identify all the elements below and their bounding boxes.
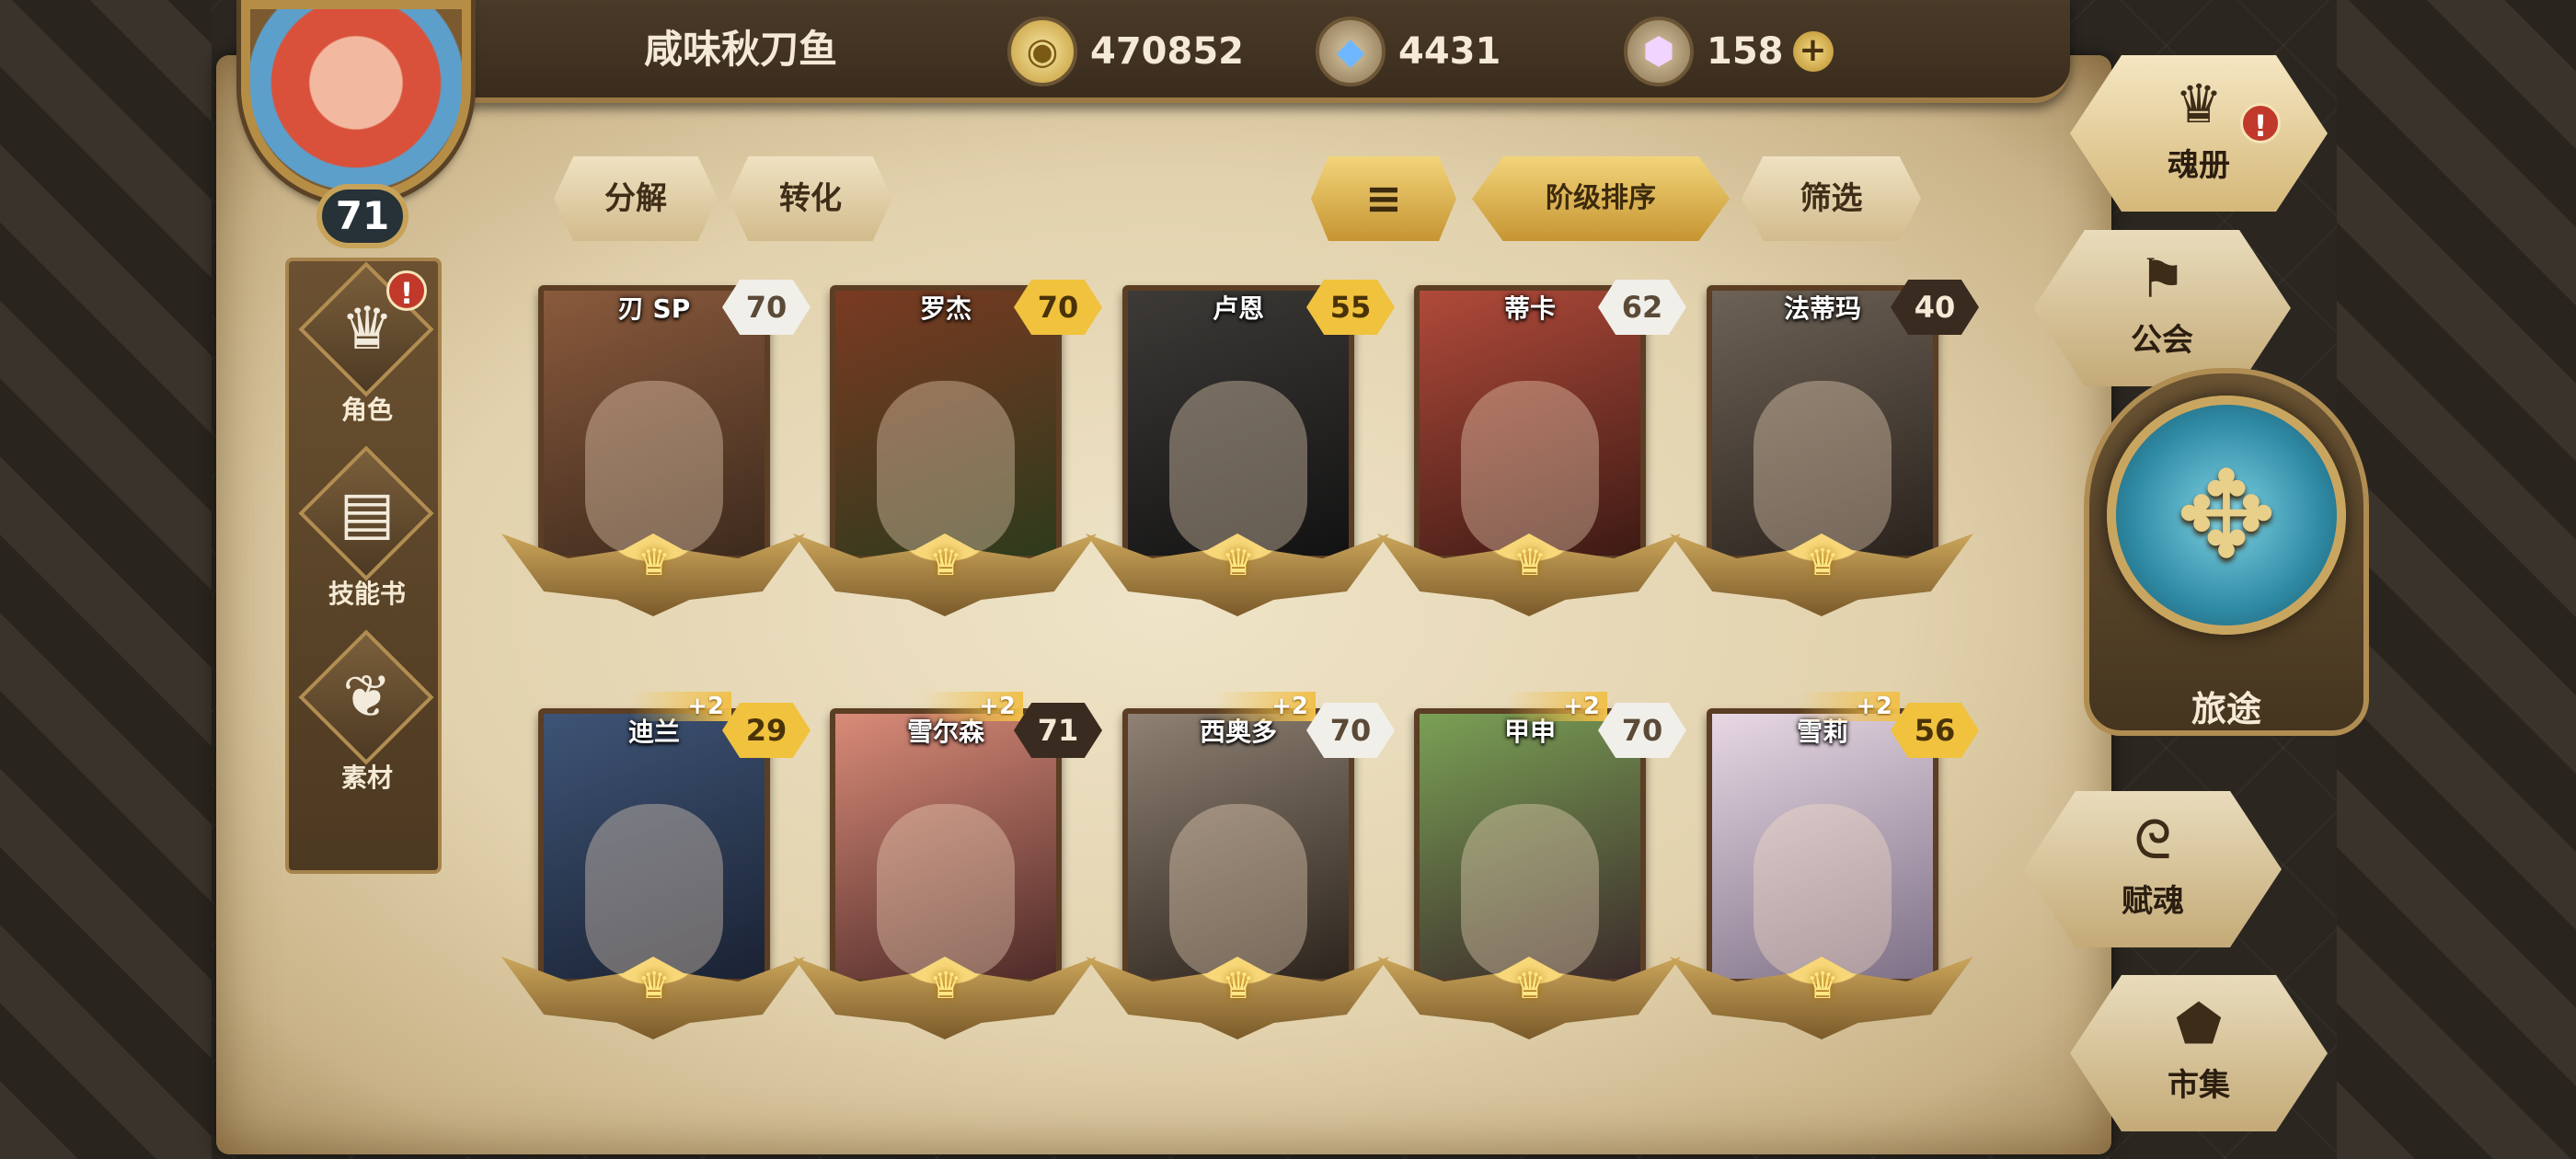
convert-button[interactable]: 转化 (729, 156, 892, 241)
crystal-resource: ◆ 4431 (1316, 17, 1501, 86)
nav-soulbook-label: 魂册 (2168, 147, 2230, 184)
left-backdrop (0, 0, 212, 1159)
dismantle-button[interactable]: 分解 (554, 156, 718, 241)
journey-button[interactable]: ✥ 旅途 (2075, 368, 2378, 763)
nav-market[interactable]: ⬟ 市集 (2070, 975, 2328, 1131)
journey-emblem-icon: ✥ (2176, 445, 2277, 585)
nav-guild[interactable]: ⚑ 公会 (2033, 230, 2291, 386)
nav-skill-book-label: 技能书 (328, 579, 406, 609)
gold-amount: 470852 (1090, 30, 1244, 73)
hero-card[interactable]: 雪尔森 +2 71 ♛ (793, 671, 1102, 1067)
hero-level-badge: 40 (1891, 280, 1979, 335)
left-nav-rail: ♛ 角色 ! ▤ 技能书 ❦ 素材 (285, 258, 442, 874)
hero-portrait (1712, 291, 1933, 556)
rank-crown-icon: ♛ (929, 542, 962, 584)
hero-rank-bonus: +2 (922, 692, 1023, 721)
hero-portrait (835, 291, 1056, 556)
nav-character[interactable]: ♛ 角色 ! (289, 261, 445, 441)
nav-guild-label: 公会 (2131, 322, 2193, 359)
gem-icon: ⬢ (1624, 17, 1694, 86)
hero-portrait (835, 714, 1056, 979)
nav-materials-label: 素材 (340, 763, 393, 793)
filter-button[interactable]: 筛选 (1742, 156, 1921, 241)
hero-card[interactable]: 蒂卡 62 ♛ (1377, 248, 1686, 644)
sort-order-button[interactable]: ≡ (1311, 156, 1456, 241)
rank-crown-icon: ♛ (1513, 965, 1547, 1007)
gold-coin-icon: ◉ (1007, 17, 1077, 86)
hero-portrait (1712, 714, 1933, 979)
gem-amount: 158 (1707, 30, 1784, 73)
rank-crown-icon: ♛ (1222, 542, 1255, 584)
avatar-portrait (241, 0, 471, 202)
rank-crown-icon: ♛ (638, 542, 671, 584)
hero-rank-bonus: +2 (1799, 692, 1900, 721)
rank-crown-icon: ♛ (1806, 965, 1839, 1007)
nav-enchant[interactable]: ᘓ 赋魂 (2024, 791, 2282, 947)
hero-card[interactable]: 迪兰 +2 29 ♛ (501, 671, 811, 1067)
market-gem-icon: ⬟ (2175, 993, 2223, 1055)
nav-materials[interactable]: ❦ 素材 (289, 629, 445, 809)
hero-portrait (1420, 291, 1640, 556)
hero-card[interactable]: 甲申 +2 70 ♛ (1377, 671, 1686, 1067)
rank-sort-button[interactable]: 阶级排序 (1472, 156, 1730, 241)
player-avatar[interactable]: 71 (213, 0, 517, 248)
hero-rank-bonus: +2 (1214, 692, 1316, 721)
spiral-flame-icon: ᘓ (2133, 809, 2172, 871)
nav-skill-book[interactable]: ▤ 技能书 (289, 445, 445, 625)
hero-rank-bonus: +2 (1506, 692, 1607, 721)
hero-card[interactable]: 西奥多 +2 70 ♛ (1086, 671, 1395, 1067)
hero-card[interactable]: 雪莉 +2 56 ♛ (1670, 671, 1979, 1067)
hero-card[interactable]: 刃 SP 70 ♛ (501, 248, 811, 644)
hero-portrait (1128, 291, 1349, 556)
nav-market-label: 市集 (2168, 1067, 2230, 1104)
hero-card[interactable]: 罗杰 70 ♛ (793, 248, 1102, 644)
hero-level-badge: 56 (1891, 703, 1979, 758)
player-level-badge: 71 (316, 184, 408, 248)
skill-book-icon: ▤ (339, 479, 396, 547)
character-alert-badge: ! (386, 270, 427, 311)
hero-portrait (1128, 714, 1349, 979)
hero-portrait (544, 714, 765, 979)
player-name: 咸味秋刀鱼 (644, 27, 838, 72)
soulbook-alert-badge: ! (2240, 103, 2281, 143)
journey-label: 旅途 (2191, 689, 2261, 729)
nav-enchant-label: 赋魂 (2122, 883, 2184, 920)
gem-resource: ⬢ 158 + (1624, 17, 1834, 86)
rank-crown-icon: ♛ (638, 965, 671, 1007)
rank-crown-icon: ♛ (1222, 965, 1255, 1007)
nav-character-label: 角色 (340, 395, 393, 425)
nav-soulbook[interactable]: ♛ 魂册 ! (2070, 55, 2328, 212)
guild-flag-icon: ⚑ (2138, 247, 2186, 310)
hero-rank-bonus: +2 (630, 692, 731, 721)
hero-portrait (1420, 714, 1640, 979)
rank-crown-icon: ♛ (1513, 542, 1547, 584)
hero-card[interactable]: 法蒂玛 40 ♛ (1670, 248, 1979, 644)
crystal-icon: ◆ (1316, 17, 1386, 86)
gold-resource: ◉ 470852 (1007, 17, 1244, 86)
soulbook-icon: ♛ (2175, 73, 2223, 135)
add-gem-button[interactable]: + (1792, 31, 1834, 72)
crystal-amount: 4431 (1398, 30, 1501, 73)
hero-card[interactable]: 卢恩 55 ♛ (1086, 248, 1395, 644)
materials-icon: ❦ (342, 663, 392, 731)
hero-portrait (544, 291, 765, 556)
rank-crown-icon: ♛ (929, 965, 962, 1007)
rank-crown-icon: ♛ (1806, 542, 1839, 584)
